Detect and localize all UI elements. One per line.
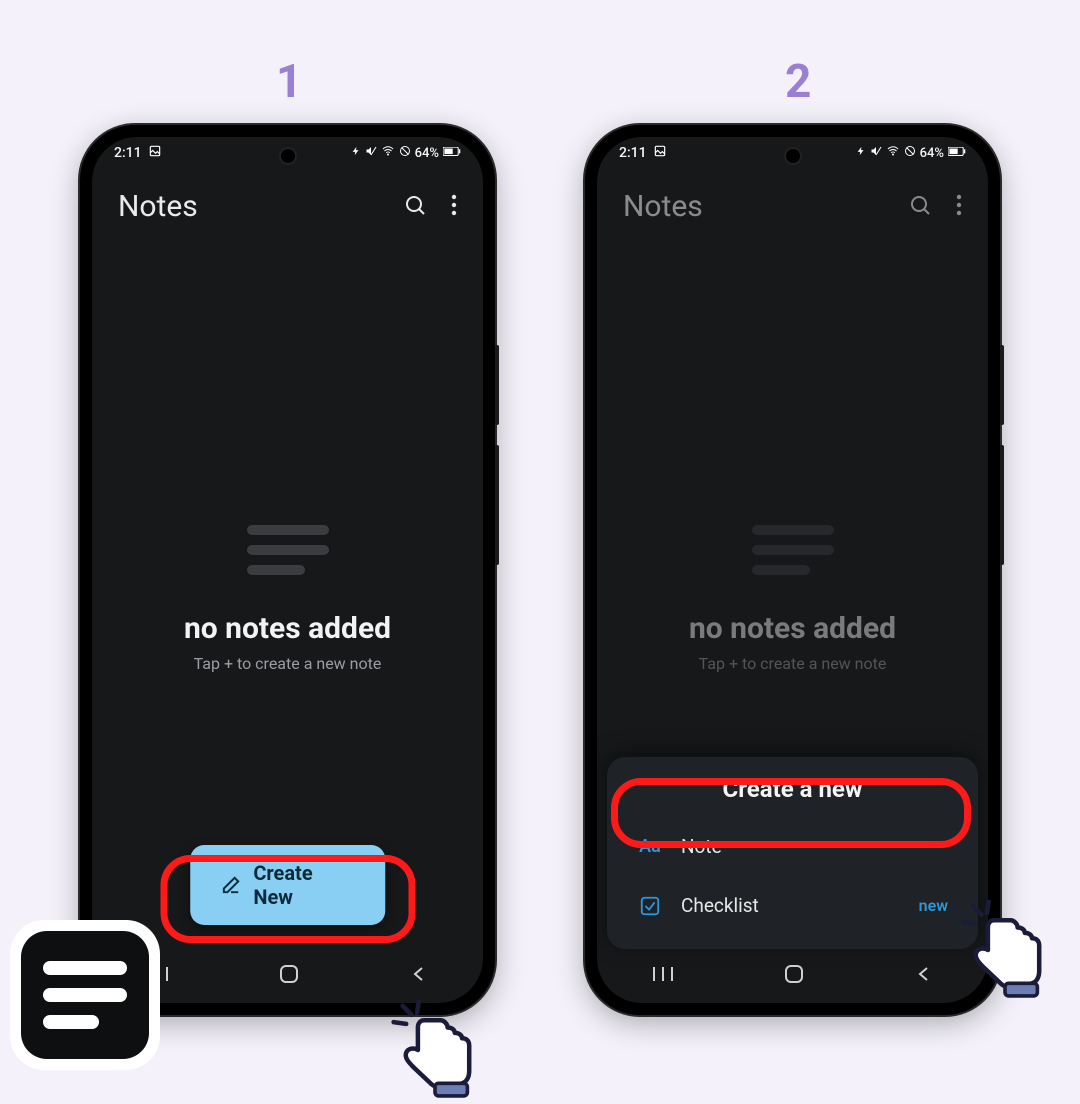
sheet-option-checklist[interactable]: Checklist new	[623, 876, 962, 935]
notes-empty-icon	[752, 525, 834, 575]
empty-state-title: no notes added	[184, 611, 391, 646]
create-new-label: Create New	[253, 861, 355, 909]
battery-percent: 64%	[920, 146, 944, 161]
step-number-2: 2	[785, 55, 811, 109]
create-new-button[interactable]: Create New	[190, 845, 386, 925]
phone-mockup-2: 2:11 64% Notes	[585, 125, 1000, 1015]
sheet-option-checklist-label: Checklist	[681, 894, 759, 917]
empty-state-subtitle: Tap + to create a new note	[194, 654, 382, 673]
tap-pointer-icon	[960, 900, 1050, 1000]
tap-pointer-icon	[390, 1000, 480, 1100]
screenshot-icon	[148, 144, 162, 162]
battery-icon	[443, 146, 461, 161]
checkbox-icon	[637, 895, 663, 917]
back-nav-icon[interactable]	[410, 965, 428, 987]
mute-icon	[870, 145, 882, 161]
dnd-icon	[904, 145, 916, 161]
text-aa-icon: Aa	[637, 836, 663, 857]
wifi-icon	[886, 145, 900, 161]
sheet-option-note-label: Note	[681, 835, 722, 858]
screen-1: 2:11 64%	[92, 137, 483, 1003]
battery-percent: 64%	[415, 146, 439, 161]
empty-state-title: no notes added	[689, 611, 896, 646]
status-time: 2:11	[619, 145, 647, 161]
step-number-1: 1	[276, 55, 302, 109]
front-camera	[786, 149, 800, 163]
home-nav-icon[interactable]	[783, 963, 805, 989]
wifi-icon	[381, 145, 395, 161]
notes-empty-icon	[247, 525, 329, 575]
mute-icon	[365, 145, 377, 161]
recents-nav-icon[interactable]	[652, 965, 674, 987]
app-icon-glyph	[21, 931, 149, 1059]
android-nav-bar	[597, 949, 988, 1003]
battery-icon	[948, 146, 966, 161]
back-nav-icon[interactable]	[915, 965, 933, 987]
charge-icon	[351, 145, 361, 161]
sheet-option-note[interactable]: Aa Note	[623, 817, 962, 876]
new-badge: new	[919, 896, 948, 915]
empty-state-subtitle: Tap + to create a new note	[699, 654, 887, 673]
phone-mockup-1: 2:11 64%	[80, 125, 495, 1015]
screen-2: 2:11 64% Notes	[597, 137, 988, 1003]
compose-icon	[220, 874, 242, 896]
create-new-sheet: Create a new Aa Note Checklist new	[607, 757, 978, 949]
home-nav-icon[interactable]	[278, 963, 300, 989]
dnd-icon	[399, 145, 411, 161]
front-camera	[281, 149, 295, 163]
screenshot-icon	[653, 144, 667, 162]
charge-icon	[856, 145, 866, 161]
status-time: 2:11	[114, 145, 142, 161]
sheet-title: Create a new	[623, 775, 962, 803]
app-icon	[10, 920, 160, 1070]
